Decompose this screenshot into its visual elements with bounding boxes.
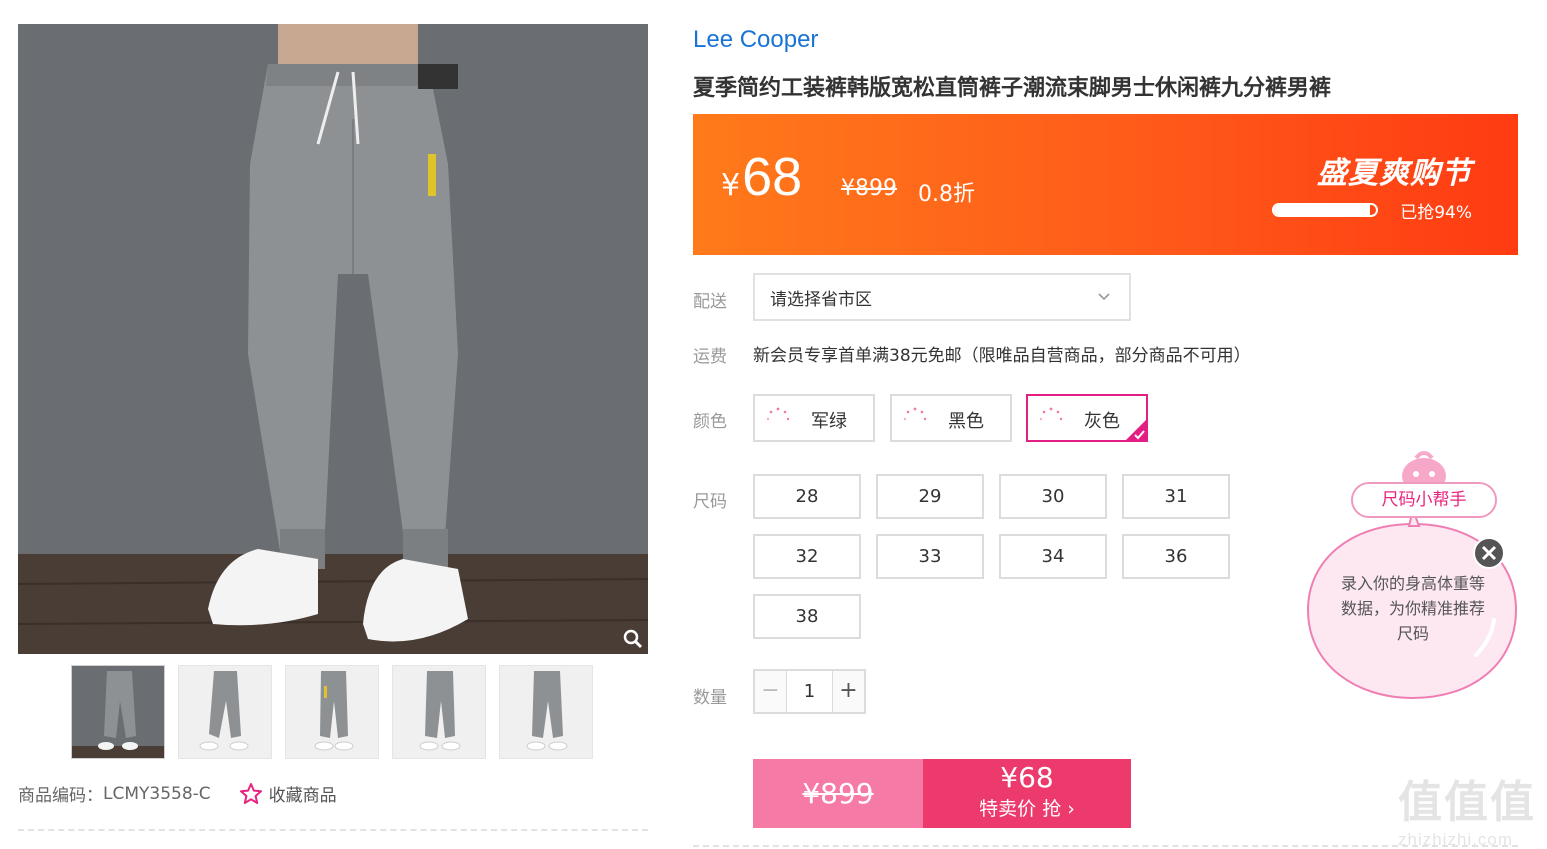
shipping-label: 运费 xyxy=(693,347,727,367)
sold-percentage: 已抢94% xyxy=(1400,203,1472,223)
size-option-33[interactable]: 33 xyxy=(876,534,984,579)
favorite-label: 收藏商品 xyxy=(268,786,337,806)
buy-original-price: ¥899 xyxy=(753,759,923,828)
chevron-down-icon xyxy=(1098,293,1110,301)
thumbnail-3[interactable] xyxy=(285,665,379,759)
buy-action-label: 特卖价 抢 › xyxy=(979,798,1075,820)
price-banner: ¥ 68 ¥899 0.8折 盛夏爽购节 已抢94% xyxy=(693,114,1518,255)
color-option-black[interactable]: 黑色 xyxy=(890,394,1012,442)
current-price: ¥ 68 xyxy=(721,146,802,208)
event-title: 盛夏爽购节 xyxy=(1317,156,1472,191)
color-option-label: 黑色 xyxy=(948,411,984,432)
thumbnail-5[interactable] xyxy=(499,665,593,759)
size-option-30[interactable]: 30 xyxy=(999,474,1107,519)
watermark-logo: 值值值 xyxy=(1398,777,1536,828)
size-option-34[interactable]: 34 xyxy=(999,534,1107,579)
region-placeholder: 请选择省市区 xyxy=(770,289,872,310)
size-helper-widget[interactable]: 尺码小帮手 录入你的身高体重等数据，为你精准推荐尺码 xyxy=(1306,450,1520,702)
quantity-increase-button[interactable]: + xyxy=(832,671,864,712)
size-option-31[interactable]: 31 xyxy=(1122,474,1230,519)
color-option-gray[interactable]: 灰色 xyxy=(1026,394,1148,442)
buy-now-button[interactable]: ¥899 ¥68 特卖价 抢 › xyxy=(753,759,1131,828)
shipping-text: 新会员专享首单满38元免邮（限唯品自营商品，部分商品不可用） xyxy=(753,346,1251,366)
star-icon xyxy=(239,782,262,804)
thumbnail-4[interactable] xyxy=(392,665,486,759)
quantity-decrease-button[interactable]: − xyxy=(755,671,787,712)
size-label: 尺码 xyxy=(693,492,727,512)
currency-symbol: ¥ xyxy=(721,168,741,203)
color-option-army-green[interactable]: 军绿 xyxy=(753,394,875,442)
buy-sale-price: ¥68 xyxy=(1000,761,1054,794)
size-option-38[interactable]: 38 xyxy=(753,594,861,639)
size-helper-tag[interactable]: 尺码小帮手 xyxy=(1351,482,1497,518)
favorite-button[interactable]: 收藏商品 xyxy=(239,781,337,806)
size-option-29[interactable]: 29 xyxy=(876,474,984,519)
selected-check-icon xyxy=(1124,418,1148,442)
close-icon[interactable] xyxy=(1472,536,1506,570)
thumbnail-1[interactable] xyxy=(71,665,165,759)
divider xyxy=(18,829,648,831)
size-option-32[interactable]: 32 xyxy=(753,534,861,579)
original-price: ¥899 xyxy=(841,176,897,201)
color-option-label: 军绿 xyxy=(811,411,847,432)
buy-action: ¥68 特卖价 抢 › xyxy=(923,759,1131,828)
brand-name[interactable]: Lee Cooper xyxy=(693,26,818,54)
sku-line: 商品编码： LCMY3558-C 收藏商品 xyxy=(18,781,337,806)
quantity-label: 数量 xyxy=(693,688,727,708)
site-watermark: 值值值 zhizhizhi.com xyxy=(1398,766,1543,849)
divider xyxy=(693,845,1518,847)
quantity-value[interactable]: 1 xyxy=(787,671,832,712)
delivery-label: 配送 xyxy=(693,292,727,312)
sku-code: LCMY3558-C xyxy=(103,783,211,804)
size-option-36[interactable]: 36 xyxy=(1122,534,1230,579)
product-title: 夏季简约工装裤韩版宽松直筒裤子潮流束脚男士休闲裤九分裤男裤 xyxy=(693,76,1332,101)
sold-progress-bar xyxy=(1272,203,1378,217)
main-product-image[interactable] xyxy=(18,24,648,654)
discount-rate: 0.8折 xyxy=(918,182,975,207)
size-option-28[interactable]: 28 xyxy=(753,474,861,519)
size-helper-text: 录入你的身高体重等数据，为你精准推荐尺码 xyxy=(1340,574,1485,643)
zoom-icon[interactable] xyxy=(622,628,644,650)
watermark-url: zhizhizhi.com xyxy=(1398,830,1514,849)
thumbnail-2[interactable] xyxy=(178,665,272,759)
sold-progress-fill xyxy=(1274,205,1370,215)
pants-photo xyxy=(18,24,648,654)
region-select[interactable]: 请选择省市区 xyxy=(753,273,1131,321)
color-label: 颜色 xyxy=(693,412,727,432)
price-value: 68 xyxy=(742,147,803,207)
thumbnail-strip xyxy=(71,665,593,759)
sku-label: 商品编码： xyxy=(18,786,103,806)
quantity-stepper: − 1 + xyxy=(753,669,866,714)
